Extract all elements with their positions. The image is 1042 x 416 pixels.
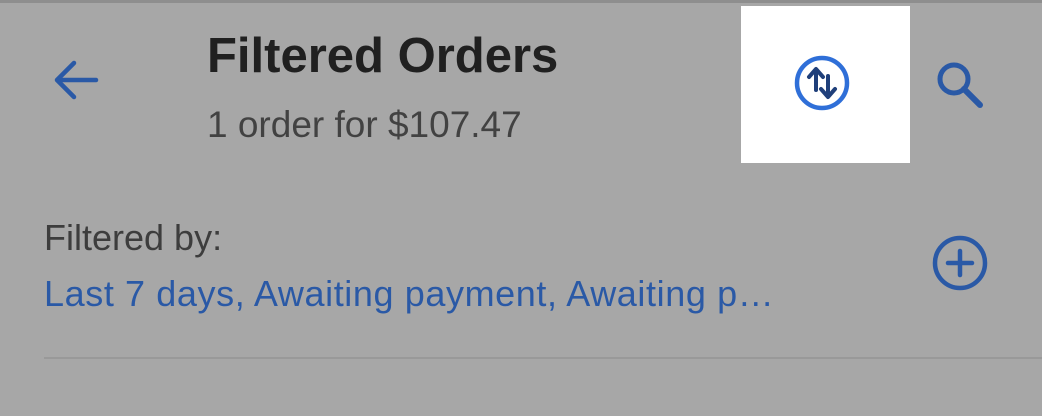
top-border — [0, 0, 1042, 3]
search-button[interactable] — [925, 52, 995, 118]
order-summary: 1 order for $107.47 — [207, 104, 522, 145]
plus-circle-icon — [932, 235, 988, 291]
search-icon — [937, 62, 983, 108]
back-button[interactable] — [40, 50, 110, 110]
active-filters-link[interactable]: Last 7 days, Awaiting payment, Awaiting … — [44, 272, 874, 316]
add-filter-button[interactable] — [925, 228, 995, 298]
sort-arrows-circle-icon — [794, 55, 850, 111]
sort-button[interactable] — [787, 50, 857, 116]
divider — [44, 357, 1042, 359]
arrow-left-icon — [54, 60, 99, 100]
page-title: Filtered Orders — [207, 29, 559, 83]
filter-label: Filtered by: — [44, 217, 223, 258]
